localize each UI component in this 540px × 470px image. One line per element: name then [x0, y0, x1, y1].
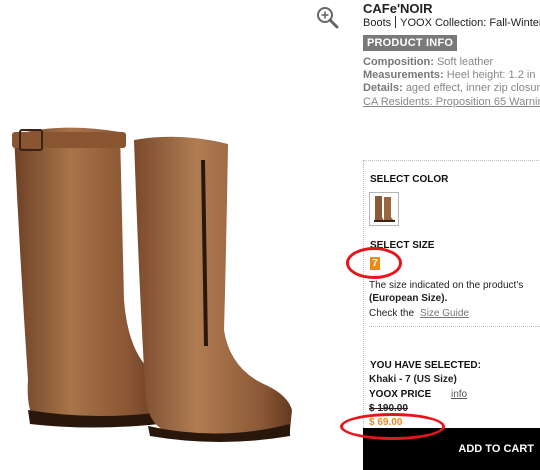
yoox-price-label: YOOX PRICE — [369, 389, 432, 400]
details-row: Details: aged effect, inner zip closur — [363, 82, 540, 94]
details-value: aged effect, inner zip closur — [405, 82, 540, 94]
collection-link[interactable]: YOOX Collection: Fall-Winter — [400, 17, 540, 29]
color-swatch-khaki[interactable] — [369, 192, 399, 226]
selection-divider — [369, 326, 540, 327]
breadcrumb: Boots YOOX Collection: Fall-Winter — [363, 16, 540, 29]
category-link[interactable]: Boots — [363, 17, 391, 29]
you-have-selected-label: YOU HAVE SELECTED: — [370, 360, 481, 371]
size-guide-link[interactable]: Size Guide — [420, 308, 469, 319]
proposition-65-link[interactable]: CA Residents: Proposition 65 Warnin — [363, 96, 540, 108]
brand-name[interactable]: CAFe'NOIR — [363, 1, 433, 16]
check-the-text: Check the — [369, 308, 415, 319]
ca-residents-row: CA Residents: Proposition 65 Warnin — [363, 96, 540, 108]
measurements-row: Measurements: Heel height: 1.2 in — [363, 69, 535, 81]
panel-divider — [363, 160, 540, 161]
breadcrumb-separator — [395, 16, 397, 28]
zoom-icon[interactable] — [316, 6, 340, 30]
price-highlight-annotation — [340, 413, 445, 440]
size-note-line-2: (European Size). — [369, 293, 448, 304]
size-note-line-1: The size indicated on the product's — [369, 280, 524, 291]
price-info-link[interactable]: info — [451, 389, 467, 400]
product-image[interactable] — [0, 110, 300, 450]
select-color-label: SELECT COLOR — [370, 174, 449, 185]
product-info-tab[interactable]: PRODUCT INFO — [363, 35, 458, 51]
measurements-label: Measurements: — [363, 69, 444, 81]
selected-value: Khaki - 7 (US Size) — [369, 374, 457, 385]
measurements-value: Heel height: 1.2 in — [446, 69, 536, 81]
composition-value: Soft leather — [436, 56, 494, 68]
size-guide-row: Check the Size Guide — [369, 308, 469, 319]
size-highlight-annotation — [346, 247, 402, 279]
composition-label: Composition: — [363, 56, 434, 68]
composition-row: Composition: Soft leather — [363, 56, 493, 68]
details-label: Details: — [363, 82, 403, 94]
